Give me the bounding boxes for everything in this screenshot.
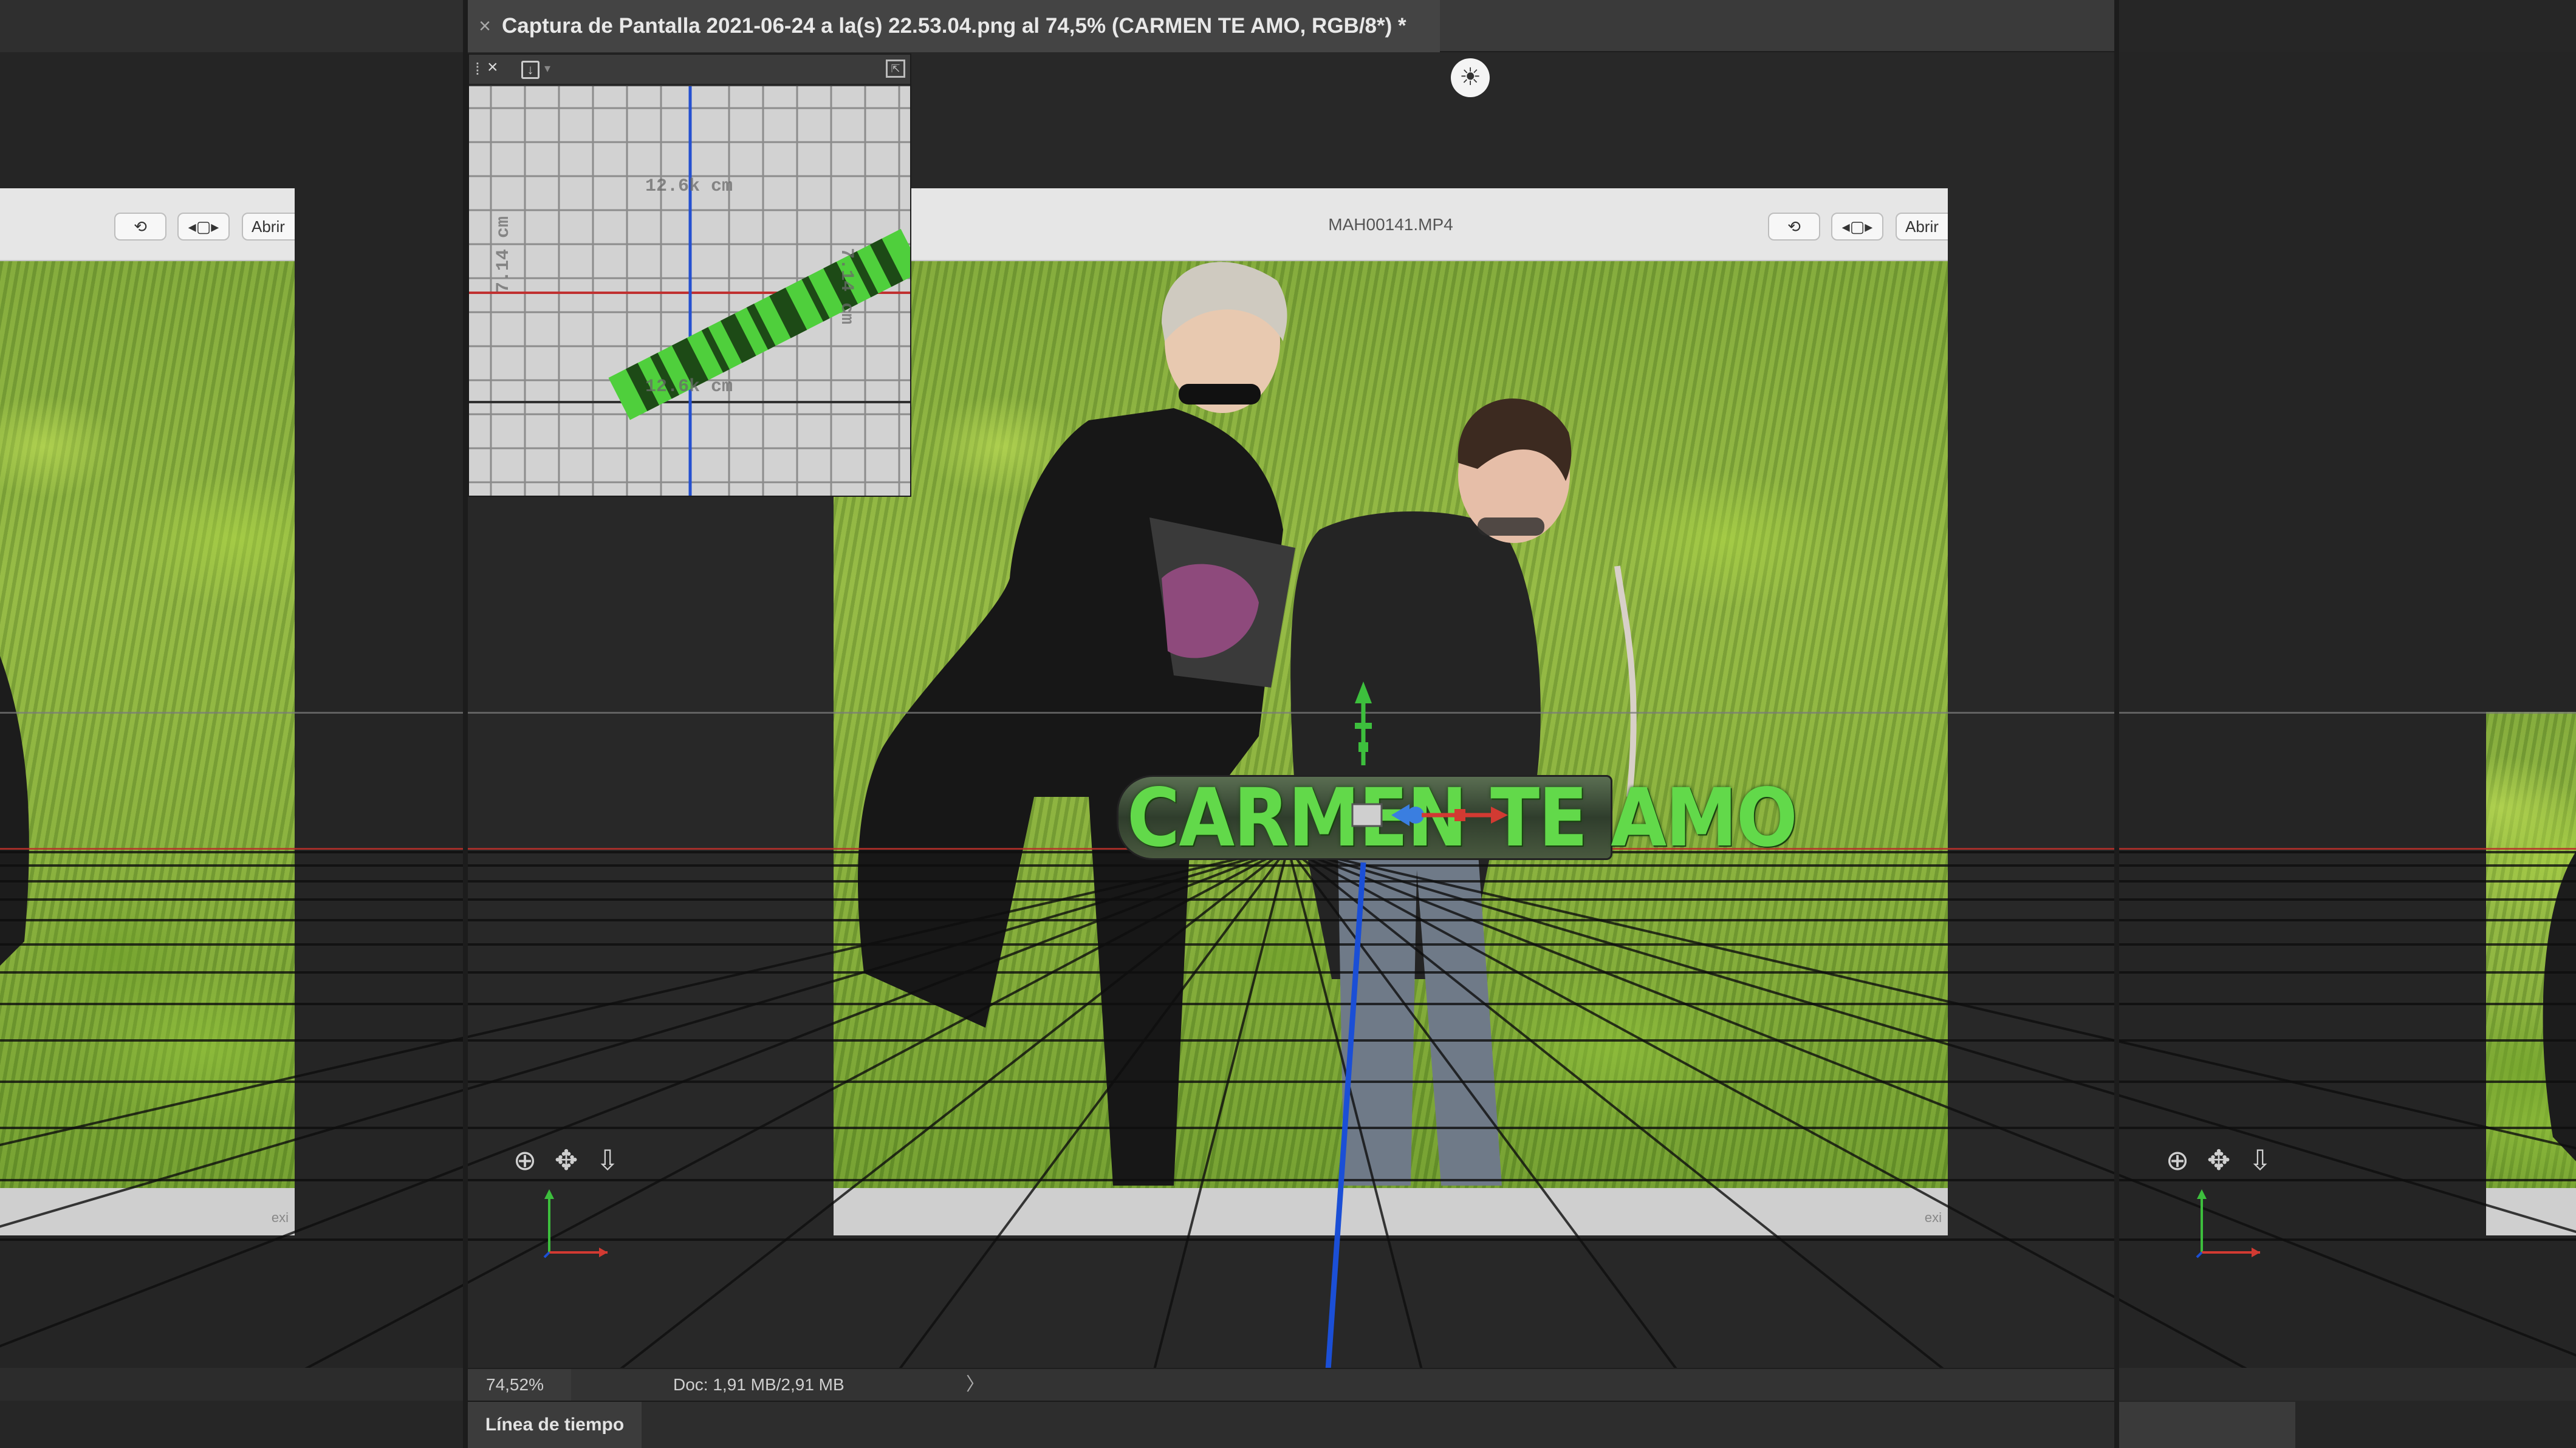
status-bar: 74,52% Doc: 1,91 MB/2,91 MB 〉 — [468, 1368, 2114, 1401]
video-frame — [2486, 712, 2576, 1188]
dolly-icon[interactable]: ⇩ — [592, 1144, 623, 1176]
orbit-icon[interactable]: ⊕ — [509, 1144, 541, 1176]
video-bottom-bar: exi — [0, 1188, 295, 1235]
video-bottom-bar: exi — [834, 1188, 1948, 1235]
minimap-label-right: 7.14 cm — [836, 248, 857, 325]
pan-icon[interactable]: ✥ — [2203, 1144, 2235, 1176]
right-top-bar — [2119, 0, 2576, 52]
secondary-view-toolbar: ⁞ × ↓ ▾ ⇱ — [469, 55, 910, 85]
pan-icon[interactable]: ✥ — [550, 1144, 582, 1176]
3d-secondary-view[interactable]: ⁞ × ↓ ▾ ⇱ 12.6k cm 12.6k cm 7.14 cm 7.14… — [468, 53, 911, 497]
video-bottom-bar — [2486, 1188, 2576, 1235]
close-icon[interactable]: × — [468, 15, 502, 38]
panel-divider-right[interactable] — [2114, 0, 2119, 1448]
document-tab[interactable]: × Captura de Pantalla 2021-06-24 a la(s)… — [468, 0, 1440, 52]
video-frame — [0, 261, 295, 1188]
dolly-icon[interactable]: ⇩ — [2244, 1144, 2276, 1176]
rotate-icon[interactable]: ⟲ — [1768, 213, 1820, 241]
grip-icon[interactable]: ⁞ — [475, 60, 480, 79]
video-window-right — [2486, 712, 2576, 1235]
close-icon[interactable]: × — [487, 57, 498, 78]
person-silhouette-left — [0, 656, 29, 966]
video-titlebar: ⟲ ◂▢▸ Abrir — [0, 188, 295, 261]
chevron-down-icon[interactable]: ▾ — [544, 61, 550, 76]
document-tab-title: Captura de Pantalla 2021-06-24 a la(s) 2… — [502, 14, 1406, 38]
right-bottom-tab[interactable] — [2119, 1402, 2295, 1448]
orbit-icon[interactable]: ⊕ — [2162, 1144, 2193, 1176]
trim-icon[interactable]: ◂▢▸ — [177, 213, 230, 241]
light-source-icon[interactable]: ☀ — [1451, 58, 1490, 97]
minimap-label-bottom: 12.6k cm — [645, 377, 733, 397]
chevron-right-icon[interactable]: 〉 — [966, 1369, 984, 1401]
axis-widget — [543, 1189, 608, 1258]
right-status-bar — [2119, 1368, 2576, 1401]
horizon-line — [0, 712, 2576, 714]
video-titlebar: MAH00141.MP4 ⟲ ◂▢▸ Abrir — [834, 188, 1948, 261]
person-silhouette-right — [2543, 852, 2576, 1161]
video-frame — [834, 261, 1948, 1188]
document-tab-bar: × Captura de Pantalla 2021-06-24 a la(s)… — [468, 0, 2114, 52]
rotate-icon[interactable]: ⟲ — [114, 213, 166, 241]
trim-icon[interactable]: ◂▢▸ — [1831, 213, 1883, 241]
video-bottom-text: exi — [271, 1210, 289, 1225]
open-button[interactable]: Abrir — [1896, 213, 1948, 241]
3d-camera-controls: ⊕ ✥ ⇩ — [2162, 1144, 2276, 1176]
axis-widget — [2196, 1189, 2260, 1258]
3d-text-layer[interactable]: CARMEN TE AMO — [1127, 773, 1798, 864]
secondary-view-canvas[interactable]: 12.6k cm 12.6k cm 7.14 cm 7.14 cm — [469, 86, 910, 496]
save-view-icon[interactable]: ↓ — [521, 61, 540, 79]
minimap-label-top: 12.6k cm — [645, 176, 733, 197]
minimap-label-left: 7.14 cm — [493, 216, 514, 293]
tab-timeline[interactable]: Línea de tiempo — [468, 1402, 642, 1448]
zoom-field[interactable]: 74,52% — [468, 1369, 571, 1401]
expand-icon[interactable]: ⇱ — [886, 60, 905, 78]
left-top-bar — [0, 0, 463, 52]
left-status-bar — [0, 1368, 463, 1401]
video-bottom-text: exi — [1924, 1210, 1942, 1225]
timeline-panel-bar: Línea de tiempo — [468, 1401, 2114, 1448]
3d-camera-controls: ⊕ ✥ ⇩ — [509, 1144, 623, 1176]
doc-size-info[interactable]: Doc: 1,91 MB/2,91 MB — [673, 1369, 844, 1401]
panel-divider-left[interactable] — [463, 0, 468, 1448]
grass-background — [834, 261, 1948, 1188]
open-button[interactable]: Abrir — [242, 213, 295, 241]
left-bottom-bar — [0, 1401, 463, 1448]
